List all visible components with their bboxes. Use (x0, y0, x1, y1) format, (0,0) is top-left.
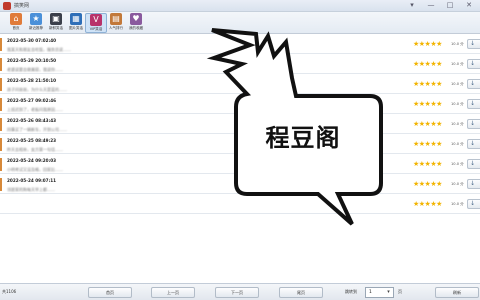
chevron-down-icon: ▾ (387, 289, 390, 295)
record-count: 共1106 (2, 289, 17, 294)
last-page-button[interactable]: 尾页 (279, 287, 323, 298)
refresh-button[interactable]: 刷新 (435, 287, 479, 298)
first-page-button[interactable]: 首页 (88, 287, 132, 298)
jump-to-label: 跳转到 (345, 289, 357, 294)
speech-bubble-overlay (206, 28, 383, 226)
pagination-bar: 共1106 首页 上一页 下一页 尾页 跳转到 1 ▾ 页 刷新 (0, 283, 480, 300)
overlay-caption: 程豆阁 (265, 124, 341, 152)
page-unit-label: 页 (398, 289, 402, 294)
prev-page-button[interactable]: 上一页 (151, 287, 195, 298)
page-select[interactable]: 1 ▾ (365, 287, 394, 298)
next-page-button[interactable]: 下一页 (215, 287, 259, 298)
page-select-value: 1 (369, 290, 372, 295)
